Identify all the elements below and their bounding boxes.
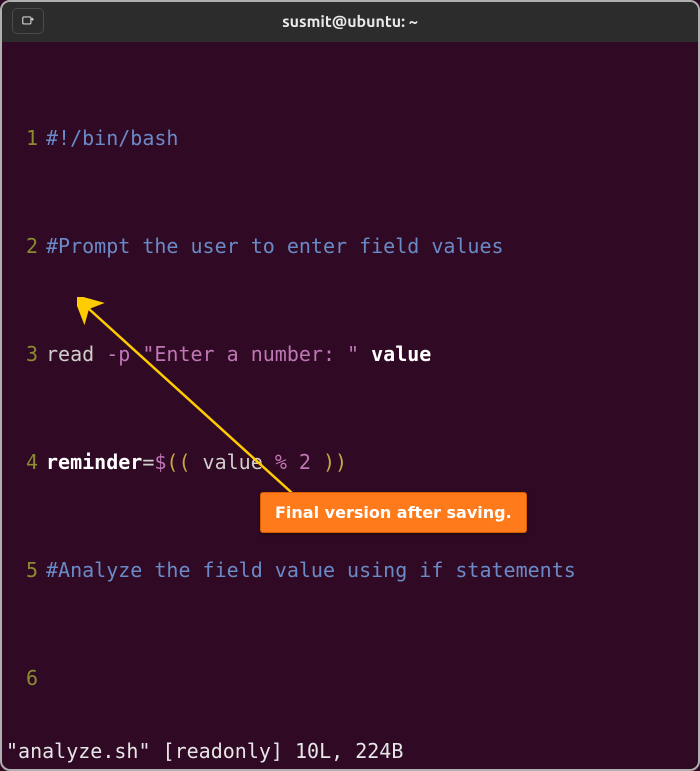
comment: #Prompt the user to enter field values [46,234,504,258]
open-arith: (( [166,450,190,474]
code-line: 1 #!/bin/bash [6,125,694,152]
code-line: 4 reminder=$(( value % 2 )) [6,449,694,476]
equals: = [142,450,154,474]
line-number: 3 [6,341,46,368]
line-number: 1 [6,125,46,152]
variable: value [359,342,431,366]
new-tab-button[interactable] [12,8,44,34]
vim-status-line: "analyze.sh" [readonly] 10L, 224B [6,738,403,765]
code-line: 6 [6,665,694,692]
shebang: #!/bin/bash [46,126,178,150]
dollar: $ [154,450,166,474]
assign-lhs: reminder [46,450,142,474]
comment: #Analyze the field value using if statem… [46,558,576,582]
expr: value [191,450,275,474]
line-number: 6 [6,665,46,692]
line-number: 2 [6,233,46,260]
annotation-callout: Final version after saving. [260,492,527,533]
flag: -p [94,342,130,366]
close-arith: )) [323,450,347,474]
blank [46,665,694,692]
operator: % [275,450,287,474]
new-tab-icon [21,14,35,28]
string: "Enter a number: " [130,342,359,366]
code-line: 5 #Analyze the field value using if stat… [6,557,694,584]
line-number: 4 [6,449,46,476]
code-line: 2 #Prompt the user to enter field values [6,233,694,260]
builtin-read: read [46,342,94,366]
editor-viewport[interactable]: 1 #!/bin/bash 2 #Prompt the user to ente… [2,42,698,769]
number: 2 [287,450,323,474]
window-title: susmit@ubuntu: ~ [282,13,418,31]
window-titlebar: susmit@ubuntu: ~ [2,2,698,42]
code-line: 3 read -p "Enter a number: " value [6,341,694,368]
line-number: 5 [6,557,46,584]
